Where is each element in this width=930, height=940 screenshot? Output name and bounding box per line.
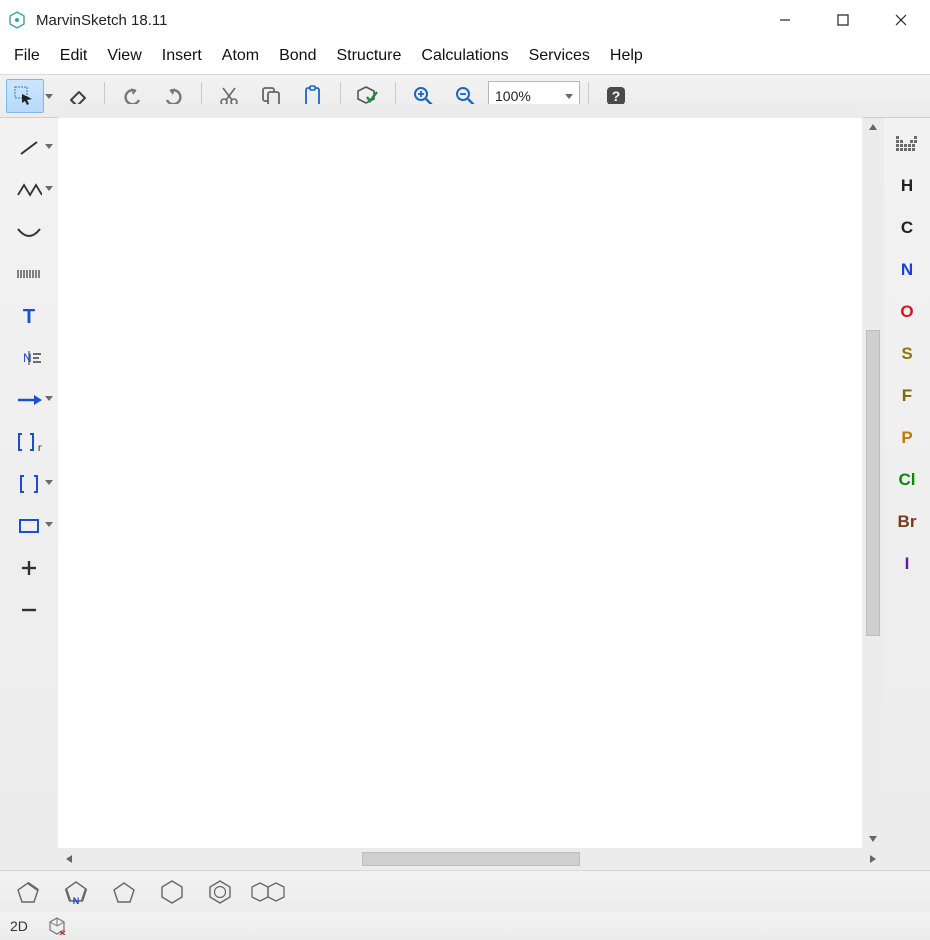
- atom-name-tool[interactable]: N: [0, 342, 58, 374]
- chevron-down-icon: [45, 396, 53, 401]
- template-benzene[interactable]: [202, 877, 238, 907]
- wedge-hash-tool[interactable]: [0, 258, 58, 290]
- hscroll-thumb[interactable]: [362, 852, 581, 866]
- chevron-down-icon: [45, 522, 53, 527]
- left-toolbar: T N n: [0, 118, 58, 870]
- atom-symbol: N: [901, 260, 913, 280]
- rectangle-tool[interactable]: [0, 510, 58, 542]
- svg-text:N: N: [23, 351, 32, 365]
- status-bar: 2D: [0, 912, 930, 940]
- atom-cl-button[interactable]: Cl: [891, 464, 923, 496]
- svg-text:T: T: [23, 306, 35, 327]
- scroll-up-arrow[interactable]: [864, 118, 882, 136]
- atom-symbol: Br: [898, 512, 917, 532]
- menu-atom[interactable]: Atom: [212, 43, 269, 71]
- atom-symbol: S: [901, 344, 912, 364]
- atom-symbol: C: [901, 218, 913, 238]
- atom-symbol: Cl: [899, 470, 916, 490]
- atom-br-button[interactable]: Br: [891, 506, 923, 538]
- atom-o-button[interactable]: O: [891, 296, 923, 328]
- chain-tool[interactable]: [0, 174, 58, 206]
- template-toolbar: N: [0, 870, 930, 912]
- template-naphthalene[interactable]: [250, 877, 286, 907]
- polymer-bracket-tool[interactable]: n: [0, 426, 58, 458]
- menu-edit[interactable]: Edit: [50, 43, 98, 71]
- template-cyclohexane[interactable]: [154, 877, 190, 907]
- horizontal-scrollbar[interactable]: [58, 848, 884, 870]
- canvas-area: [58, 118, 884, 870]
- menu-help[interactable]: Help: [600, 43, 653, 71]
- vscroll-thumb[interactable]: [866, 330, 880, 635]
- vscroll-track[interactable]: [866, 136, 880, 830]
- atom-symbol: P: [901, 428, 912, 448]
- single-bond-tool[interactable]: [0, 132, 58, 164]
- svg-text:n: n: [38, 443, 42, 453]
- atom-c-button[interactable]: C: [891, 212, 923, 244]
- selection-tool-button[interactable]: [6, 79, 44, 113]
- workspace: T N n: [0, 118, 930, 870]
- chevron-down-icon: [45, 186, 53, 191]
- close-button[interactable]: [872, 0, 930, 40]
- menu-insert[interactable]: Insert: [152, 43, 212, 71]
- zoom-level-value: 100%: [495, 88, 531, 104]
- atom-symbol: O: [900, 302, 913, 322]
- selection-tool-dropdown[interactable]: [44, 94, 54, 99]
- template-pyrrole[interactable]: N: [58, 877, 94, 907]
- wedge-up-tool[interactable]: [0, 216, 58, 248]
- increase-charge-tool[interactable]: [0, 552, 58, 584]
- periodic-table-button[interactable]: [891, 128, 923, 160]
- scroll-right-arrow[interactable]: [862, 850, 884, 868]
- atom-i-button[interactable]: I: [891, 548, 923, 580]
- view-mode-label[interactable]: 2D: [10, 918, 28, 934]
- menu-file[interactable]: File: [4, 43, 50, 71]
- template-cyclopentane[interactable]: [106, 877, 142, 907]
- text-tool[interactable]: T: [0, 300, 58, 332]
- atom-symbol: F: [902, 386, 912, 406]
- menu-view[interactable]: View: [97, 43, 151, 71]
- app-icon: [8, 11, 26, 29]
- menu-calculations[interactable]: Calculations: [411, 43, 518, 71]
- atom-p-button[interactable]: P: [891, 422, 923, 454]
- atom-palette: H C N O S F P Cl Br I: [884, 118, 930, 870]
- decrease-charge-tool[interactable]: [0, 594, 58, 626]
- atom-symbol: H: [901, 176, 913, 196]
- scroll-down-arrow[interactable]: [864, 830, 882, 848]
- chevron-down-icon: [45, 144, 53, 149]
- menu-structure[interactable]: Structure: [326, 43, 411, 71]
- atom-f-button[interactable]: F: [891, 380, 923, 412]
- atom-n-button[interactable]: N: [891, 254, 923, 286]
- hscroll-track[interactable]: [80, 852, 862, 866]
- scroll-left-arrow[interactable]: [58, 850, 80, 868]
- menu-services[interactable]: Services: [519, 43, 600, 71]
- atom-symbol: I: [905, 554, 910, 574]
- drawing-canvas[interactable]: [58, 118, 862, 848]
- svg-text:N: N: [73, 896, 80, 905]
- atom-s-button[interactable]: S: [891, 338, 923, 370]
- menu-bond[interactable]: Bond: [269, 43, 326, 71]
- chevron-down-icon: [565, 94, 573, 99]
- title-bar: MarvinSketch 18.11: [0, 0, 930, 40]
- atom-h-button[interactable]: H: [891, 170, 923, 202]
- window-title: MarvinSketch 18.11: [36, 12, 167, 29]
- template-cyclopentadiene[interactable]: [10, 877, 46, 907]
- menu-bar: File Edit View Insert Atom Bond Structur…: [0, 40, 930, 74]
- maximize-button[interactable]: [814, 0, 872, 40]
- clean-3d-button[interactable]: [48, 917, 66, 935]
- vertical-scrollbar[interactable]: [862, 118, 884, 848]
- chevron-down-icon: [45, 480, 53, 485]
- minimize-button[interactable]: [756, 0, 814, 40]
- svg-text:?: ?: [612, 88, 621, 104]
- group-bracket-tool[interactable]: [0, 468, 58, 500]
- arrow-tool[interactable]: [0, 384, 58, 416]
